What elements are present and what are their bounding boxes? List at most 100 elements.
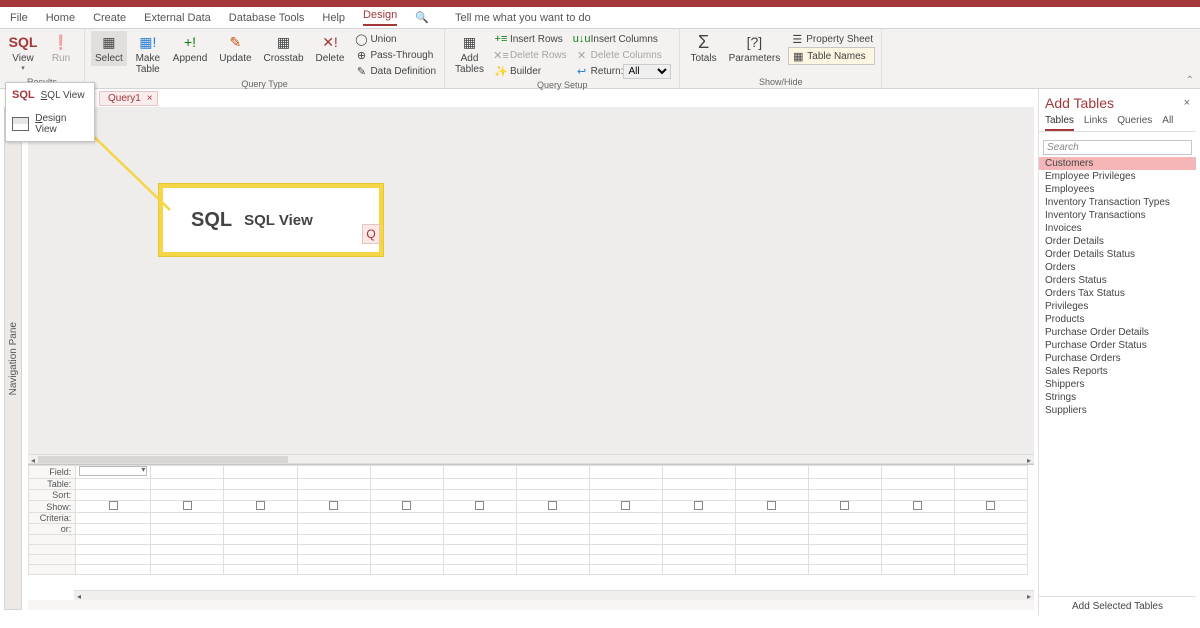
table-list-item[interactable]: Customers: [1039, 157, 1196, 170]
tab-create[interactable]: Create: [93, 12, 126, 24]
row-sort: Sort:: [29, 490, 76, 501]
row-show: Show:: [29, 501, 76, 513]
close-tab-icon[interactable]: ×: [147, 93, 153, 104]
totals-button[interactable]: ΣTotals: [686, 31, 720, 66]
select-button[interactable]: ▦Select: [91, 31, 127, 66]
close-pane-icon[interactable]: ×: [1184, 97, 1190, 109]
tab-file[interactable]: File: [10, 12, 28, 24]
insert-rows-icon: +≡: [494, 32, 508, 46]
table-list-item[interactable]: Purchase Orders: [1039, 352, 1196, 365]
table-list-item[interactable]: Orders Tax Status: [1039, 287, 1196, 300]
table-list-item[interactable]: Inventory Transaction Types: [1039, 196, 1196, 209]
doc-tab-label: Query1: [108, 93, 141, 104]
table-list-item[interactable]: Invoices: [1039, 222, 1196, 235]
passthrough-button[interactable]: ⊕Pass-Through: [352, 47, 438, 63]
table-list-item[interactable]: Orders: [1039, 261, 1196, 274]
property-sheet-button[interactable]: ☰Property Sheet: [788, 31, 875, 47]
add-selected-tables-button[interactable]: Add Selected Tables: [1039, 596, 1196, 616]
table-list-item[interactable]: Order Details Status: [1039, 248, 1196, 261]
add-tables-search[interactable]: [1043, 140, 1192, 155]
delete-icon: ✕!: [321, 33, 339, 51]
table-list-item[interactable]: Employee Privileges: [1039, 170, 1196, 183]
select-icon: ▦: [100, 33, 118, 51]
tablenames-icon: ▦: [791, 49, 805, 63]
table-names-button[interactable]: ▦Table Names: [788, 47, 875, 65]
make-table-icon: ▦!: [139, 33, 157, 51]
table-list-item[interactable]: Order Details: [1039, 235, 1196, 248]
crosstab-button[interactable]: ▦Crosstab: [260, 31, 308, 66]
table-list-item[interactable]: Employees: [1039, 183, 1196, 196]
tab-home[interactable]: Home: [46, 12, 75, 24]
view-dropdown-sql[interactable]: SQL SQL View: [6, 83, 94, 107]
table-list-item[interactable]: Sales Reports: [1039, 365, 1196, 378]
append-button[interactable]: +!Append: [169, 31, 211, 66]
design-canvas[interactable]: [28, 107, 1034, 454]
collapse-ribbon-icon[interactable]: ⌃: [1186, 75, 1194, 86]
table-list-item[interactable]: Purchase Order Details: [1039, 326, 1196, 339]
insert-cols-icon: u↓u: [575, 32, 589, 46]
passthrough-icon: ⊕: [354, 48, 368, 62]
scroll-left-icon[interactable]: ◂: [74, 591, 84, 600]
qbe-grid: Field: Table: Sort: Show: Criteria: or: …: [28, 464, 1034, 600]
pane-tab-tables[interactable]: Tables: [1045, 115, 1074, 131]
table-list-item[interactable]: Purchase Order Status: [1039, 339, 1196, 352]
insert-columns-button[interactable]: u↓uInsert Columns: [573, 31, 674, 47]
return-icon: ↩: [575, 65, 589, 79]
workspace: ◂ ▸ Field: Table: Sort: Show: Criteria: …: [28, 107, 1034, 610]
data-definition-button[interactable]: ✎Data Definition: [352, 63, 438, 79]
add-tables-button[interactable]: ▦Add Tables: [451, 31, 488, 77]
propsheet-icon: ☰: [790, 32, 804, 46]
view-dropdown-design[interactable]: Design View: [6, 107, 94, 141]
row-criteria: Criteria:: [29, 513, 76, 524]
table-list-item[interactable]: Privileges: [1039, 300, 1196, 313]
make-table-button[interactable]: ▦!Make Table: [131, 31, 165, 77]
datadef-icon: ✎: [354, 64, 368, 78]
navigation-pane-collapsed[interactable]: Navigation Pane: [4, 107, 22, 610]
delete-columns-button[interactable]: ✕Delete Columns: [573, 47, 674, 63]
show-checkbox[interactable]: [109, 501, 118, 510]
return-control: ↩Return:All: [573, 63, 674, 80]
sql-icon: SQL: [14, 33, 32, 51]
chevron-down-icon: ▾: [21, 64, 25, 72]
doc-tabbar: Query1 ×: [99, 89, 158, 107]
delete-button[interactable]: ✕!Delete: [312, 31, 349, 66]
insert-rows-button[interactable]: +≡Insert Rows: [492, 31, 569, 47]
tab-help[interactable]: Help: [322, 12, 345, 24]
return-select[interactable]: All: [623, 64, 671, 79]
union-button[interactable]: ◯Union: [352, 31, 438, 47]
builder-button[interactable]: ✨Builder: [492, 63, 569, 79]
row-table: Table:: [29, 479, 76, 490]
run-icon: ❗: [52, 33, 70, 51]
scroll-right-icon[interactable]: ▸: [1024, 591, 1034, 600]
table-list-item[interactable]: Products: [1039, 313, 1196, 326]
ribbon: SQL View ▾ ❗ Run Results ▦Select ▦!Make …: [0, 29, 1200, 89]
view-button[interactable]: SQL View ▾: [6, 31, 40, 74]
builder-icon: ✨: [494, 64, 508, 78]
canvas-hscroll[interactable]: ◂ ▸: [28, 454, 1034, 464]
grid-hscroll[interactable]: ◂ ▸: [74, 590, 1034, 600]
tab-database-tools[interactable]: Database Tools: [229, 12, 305, 24]
tab-design[interactable]: Design: [363, 9, 397, 26]
delete-rows-button[interactable]: ✕≡Delete Rows: [492, 47, 569, 63]
tell-me[interactable]: Tell me what you want to do: [455, 12, 591, 24]
pane-tab-links[interactable]: Links: [1084, 115, 1107, 131]
totals-icon: Σ: [695, 33, 713, 51]
scroll-thumb[interactable]: [38, 456, 288, 463]
table-list-item[interactable]: Orders Status: [1039, 274, 1196, 287]
view-dropdown: SQL SQL View Design View: [5, 82, 95, 142]
navpane-label: Navigation Pane: [8, 322, 19, 395]
table-list-item[interactable]: Suppliers: [1039, 404, 1196, 417]
update-icon: ✎: [226, 33, 244, 51]
field-cell[interactable]: [76, 466, 151, 479]
tab-external-data[interactable]: External Data: [144, 12, 211, 24]
pane-tab-queries[interactable]: Queries: [1117, 115, 1152, 131]
params-icon: [?]: [745, 33, 763, 51]
pane-tab-all[interactable]: All: [1162, 115, 1173, 131]
parameters-button[interactable]: [?]Parameters: [725, 31, 785, 66]
doc-tab-query1[interactable]: Query1 ×: [99, 91, 158, 106]
table-list-item[interactable]: Shippers: [1039, 378, 1196, 391]
table-list-item[interactable]: Strings: [1039, 391, 1196, 404]
table-list-item[interactable]: Inventory Transactions: [1039, 209, 1196, 222]
run-button[interactable]: ❗ Run: [44, 31, 78, 66]
update-button[interactable]: ✎Update: [215, 31, 255, 66]
